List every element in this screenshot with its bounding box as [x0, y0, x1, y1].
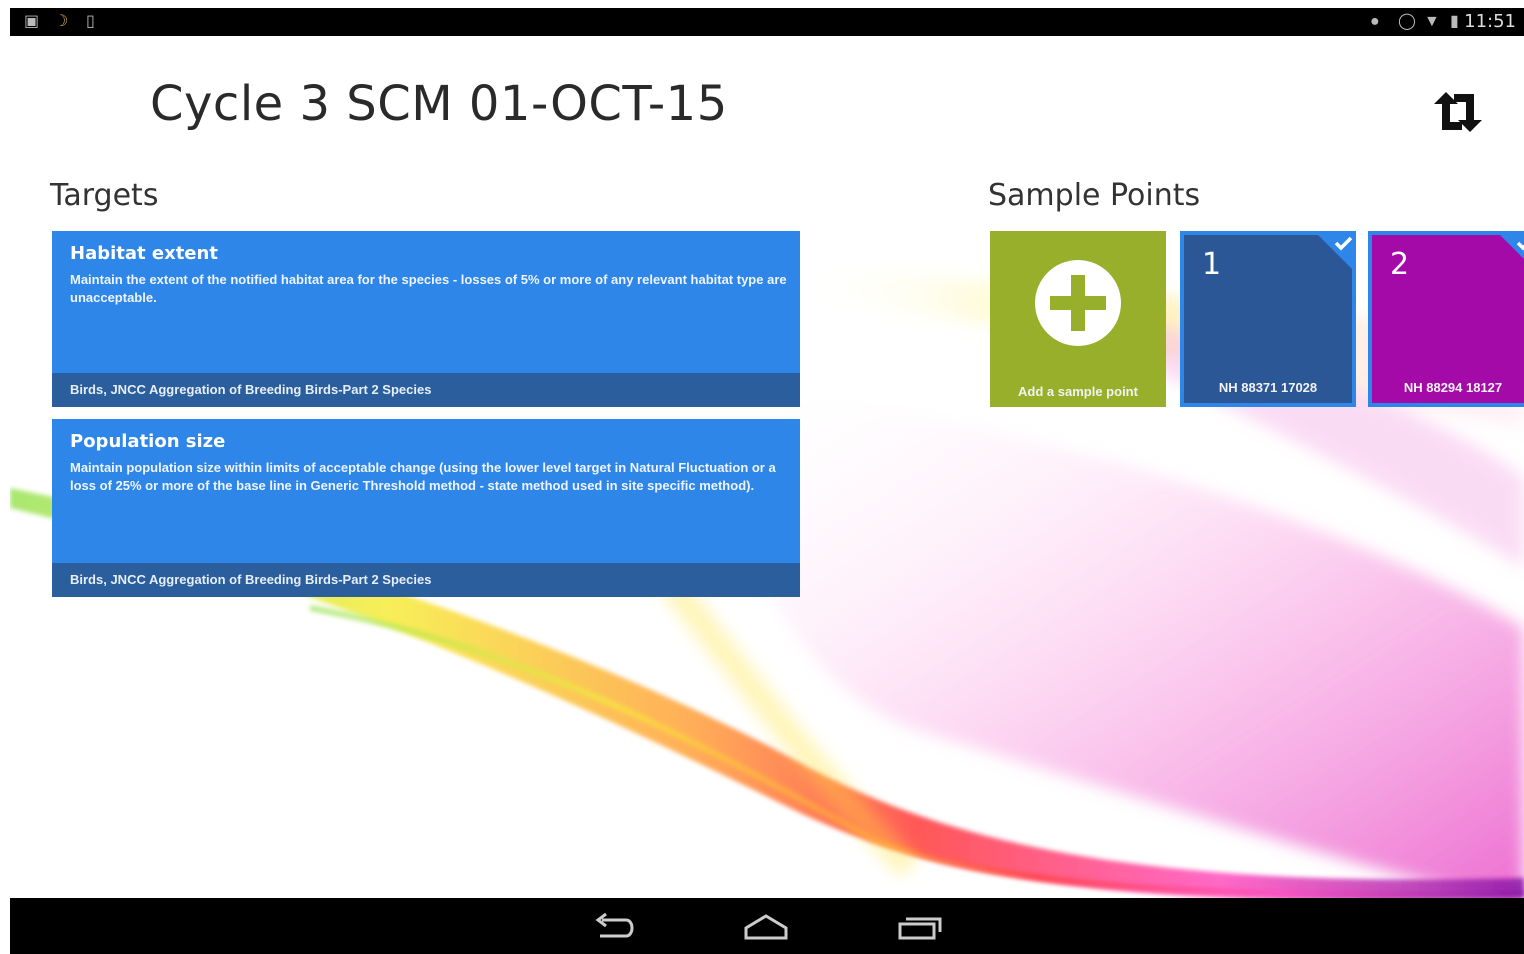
- wifi-icon: ▼: [1424, 13, 1440, 30]
- status-time: 11:51: [1464, 11, 1516, 32]
- target-footer: Birds, JNCC Aggregation of Breeding Bird…: [52, 373, 800, 407]
- check-icon: [1314, 231, 1356, 273]
- sample-point-grid-ref: NH 88371 17028: [1218, 380, 1318, 395]
- recents-icon: [898, 917, 942, 940]
- battery-outline-icon: ▯: [86, 13, 95, 30]
- sync-arrows-icon: [1434, 92, 1482, 132]
- add-sample-point-button[interactable]: Add a sample point: [990, 231, 1166, 407]
- target-description: Maintain the extent of the notified habi…: [70, 272, 787, 305]
- navigation-bar: [10, 898, 1524, 954]
- target-footer-text: Birds, JNCC Aggregation of Breeding Bird…: [70, 572, 432, 587]
- target-title: Habitat extent: [70, 243, 218, 264]
- recents-button[interactable]: [896, 912, 944, 942]
- app-screen: ▣ ☽ ▯ ● ◯ ▼ ▮ 11:51 Cycle 3 SCM 01-OCT-1…: [10, 8, 1524, 954]
- plus-circle-icon: [1035, 260, 1121, 346]
- picture-icon: ▣: [24, 13, 40, 30]
- sample-point-tile-2[interactable]: 2 NH 88294 18127: [1368, 231, 1524, 407]
- status-bar: ▣ ☽ ▯ ● ◯ ▼ ▮ 11:51: [10, 8, 1524, 36]
- check-icon: [1496, 231, 1524, 259]
- moon-icon: ☽: [54, 13, 69, 30]
- sample-point-number: 1: [1202, 247, 1222, 282]
- target-footer-text: Birds, JNCC Aggregation of Breeding Bird…: [70, 382, 432, 397]
- target-footer: Birds, JNCC Aggregation of Breeding Bird…: [52, 563, 800, 597]
- target-card-habitat-extent[interactable]: Habitat extent Maintain the extent of th…: [52, 231, 800, 407]
- sample-point-tile-1[interactable]: 1 NH 88371 17028: [1180, 231, 1356, 407]
- battery-icon: ▮: [1450, 13, 1459, 30]
- alarm-icon: ◯: [1398, 13, 1416, 30]
- add-sample-point-label: Add a sample point: [1018, 384, 1138, 399]
- sync-button[interactable]: [1428, 90, 1488, 134]
- back-button[interactable]: [592, 912, 640, 942]
- sample-point-number: 2: [1390, 247, 1410, 282]
- home-button[interactable]: [742, 912, 790, 942]
- sample-points-heading: Sample Points: [988, 178, 1201, 213]
- target-description: Maintain population size within limits o…: [70, 460, 776, 493]
- page-title: Cycle 3 SCM 01-OCT-15: [150, 76, 728, 132]
- home-icon: [744, 914, 788, 940]
- location-pin-icon: ●: [1370, 13, 1380, 30]
- targets-heading: Targets: [50, 178, 159, 213]
- target-card-population-size[interactable]: Population size Maintain population size…: [52, 419, 800, 597]
- back-icon: [595, 912, 634, 938]
- target-title: Population size: [70, 431, 226, 452]
- sample-point-grid-ref: NH 88294 18127: [1403, 380, 1503, 395]
